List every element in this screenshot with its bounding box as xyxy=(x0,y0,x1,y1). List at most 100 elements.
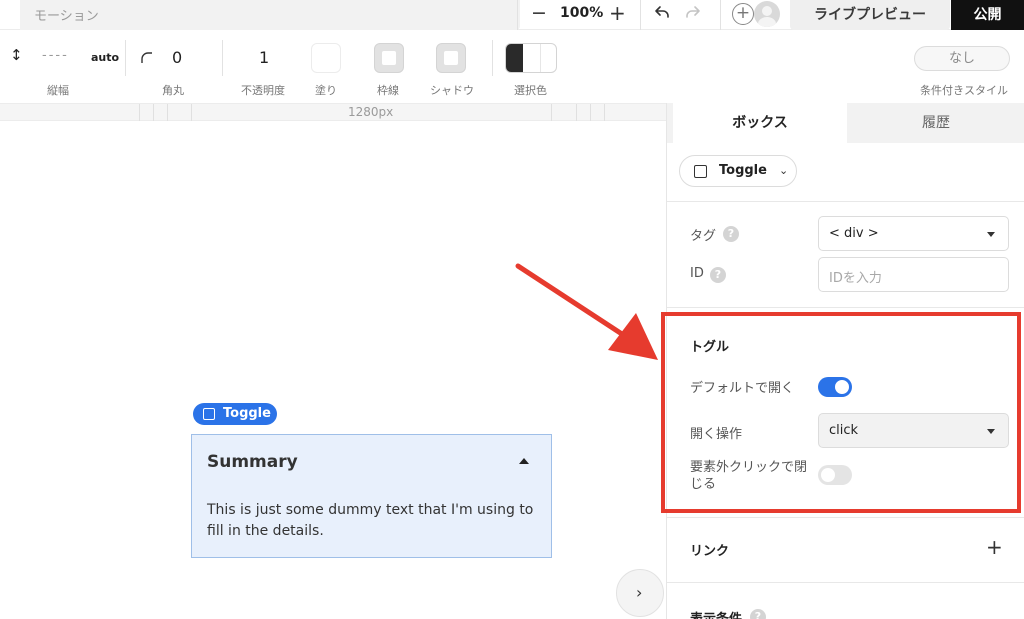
divider xyxy=(517,0,518,30)
opacity-label: 不透明度 xyxy=(241,84,285,97)
publish-button[interactable]: 公開 xyxy=(951,0,1024,30)
border-swatch-inner xyxy=(382,51,396,65)
divider xyxy=(222,40,223,76)
tag-select-value: < div > xyxy=(829,226,879,241)
ruler-tick xyxy=(590,104,591,121)
selection-color-dark xyxy=(506,44,523,72)
corner-radius-icon xyxy=(141,52,152,63)
toggle-element-icon xyxy=(203,408,215,420)
tag-select[interactable]: < div > xyxy=(818,216,1009,251)
divider xyxy=(720,0,721,30)
tab-history[interactable]: 履歴 xyxy=(847,103,1024,143)
ruler-tick xyxy=(139,104,140,121)
divider xyxy=(667,517,1024,518)
caret-up-icon[interactable] xyxy=(519,458,529,464)
default-open-switch[interactable] xyxy=(818,377,852,397)
ruler: 1280px xyxy=(0,103,666,121)
shadow-label: シャドウ xyxy=(430,84,474,97)
tag-label: タグ xyxy=(690,229,717,244)
ruler-tick xyxy=(576,104,577,121)
avatar-head xyxy=(762,6,772,16)
avatar[interactable] xyxy=(754,1,780,27)
ruler-tick xyxy=(551,104,552,121)
plus-icon: + xyxy=(735,3,751,23)
open-action-value: click xyxy=(829,423,859,438)
id-label: ID xyxy=(690,266,704,281)
live-preview-button[interactable]: ライブプレビュー xyxy=(790,0,950,30)
divider xyxy=(492,40,493,76)
help-icon[interactable]: ? xyxy=(710,267,726,283)
close-outside-switch[interactable] xyxy=(818,465,852,485)
selected-element-badge-label: Toggle xyxy=(223,406,271,421)
redo-icon[interactable] xyxy=(684,3,704,23)
switch-knob xyxy=(835,380,849,394)
opacity-value[interactable]: 1 xyxy=(259,48,269,67)
panel-tabs: ボックス 履歴 xyxy=(667,103,1024,143)
height-value[interactable]: ---- xyxy=(42,48,69,63)
ruler-tick xyxy=(167,104,168,121)
fill-swatch[interactable] xyxy=(311,43,341,73)
properties-panel: ボックス 履歴 Toggle ⌄ タグ ? < div > ID ? IDを入力… xyxy=(666,103,1024,619)
help-icon[interactable]: ? xyxy=(723,226,739,242)
help-icon[interactable]: ? xyxy=(750,609,766,619)
id-input[interactable]: IDを入力 xyxy=(818,257,1009,292)
toggle-summary[interactable]: Summary xyxy=(207,452,298,472)
divider xyxy=(667,201,1024,202)
undo-icon[interactable] xyxy=(651,3,671,23)
ruler-tick xyxy=(191,104,192,121)
chevron-down-icon: ⌄ xyxy=(779,164,789,177)
tab-box[interactable]: ボックス xyxy=(673,103,847,143)
shadow-swatch-inner xyxy=(444,51,458,65)
zoom-in-button[interactable]: + xyxy=(609,1,626,25)
link-section-title: リンク xyxy=(690,544,730,559)
switch-knob xyxy=(821,468,835,482)
selection-color-divider xyxy=(540,44,541,72)
chevron-right-icon: › xyxy=(636,583,643,602)
ruler-tick xyxy=(604,104,605,121)
fill-label: 塗り xyxy=(315,84,337,97)
height-arrow-icon: ↕ xyxy=(10,46,23,64)
border-swatch[interactable] xyxy=(374,43,404,73)
dropdown-arrow-icon xyxy=(987,232,995,237)
height-mode[interactable]: auto xyxy=(91,51,119,64)
motion-tab[interactable]: モーション xyxy=(20,0,520,30)
toggle-section-title: トグル xyxy=(690,340,730,355)
divider xyxy=(640,0,641,30)
radius-value[interactable]: 0 xyxy=(172,48,182,67)
app-root: モーション − 100% + + ライブプレビュー 公開 ↕ ---- auto… xyxy=(0,0,1024,619)
open-action-select[interactable]: click xyxy=(818,413,1009,448)
conditional-style-button[interactable]: なし xyxy=(914,46,1010,71)
selection-color-label: 選択色 xyxy=(514,84,547,97)
radius-label: 角丸 xyxy=(162,84,184,97)
open-action-label: 開く操作 xyxy=(690,427,743,442)
motion-tab-label: モーション xyxy=(34,9,99,24)
height-label: 縦幅 xyxy=(47,84,69,97)
dropdown-arrow-icon xyxy=(987,429,995,434)
add-link-plus-icon[interactable]: + xyxy=(986,535,1003,559)
avatar-body xyxy=(758,17,776,27)
element-selector[interactable]: Toggle ⌄ xyxy=(679,155,797,187)
ruler-tick xyxy=(153,104,154,121)
close-outside-label-line2: じる xyxy=(690,477,717,492)
divider xyxy=(667,307,1024,308)
toggle-element-icon xyxy=(694,165,707,178)
ruler-width-label: 1280px xyxy=(348,105,394,119)
zoom-out-button[interactable]: − xyxy=(531,2,547,24)
conditional-style-label: 条件付きスタイル xyxy=(920,84,1008,97)
selected-element-badge[interactable]: Toggle xyxy=(193,403,277,425)
id-input-placeholder: IDを入力 xyxy=(829,271,882,286)
add-collaborator-button[interactable]: + xyxy=(732,3,754,25)
toggle-details-text: This is just some dummy text that I'm us… xyxy=(207,502,534,539)
shadow-swatch[interactable] xyxy=(436,43,466,73)
zoom-level[interactable]: 100% xyxy=(560,5,603,21)
expand-panel-button[interactable]: › xyxy=(616,569,664,617)
divider xyxy=(125,40,126,76)
design-canvas[interactable]: Toggle Summary This is just some dummy t… xyxy=(0,121,666,619)
toggle-element[interactable]: Summary This is just some dummy text tha… xyxy=(191,434,552,558)
top-bar: モーション − 100% + + ライブプレビュー 公開 xyxy=(0,0,1024,30)
element-selector-label: Toggle xyxy=(719,163,767,178)
style-toolbar: ↕ ---- auto 縦幅 0 角丸 1 不透明度 塗り 枠線 シャドウ 選択… xyxy=(0,30,1024,103)
display-condition-title: 表示条件 xyxy=(690,608,742,619)
divider xyxy=(667,582,1024,583)
selection-color-swatch[interactable] xyxy=(505,43,557,73)
